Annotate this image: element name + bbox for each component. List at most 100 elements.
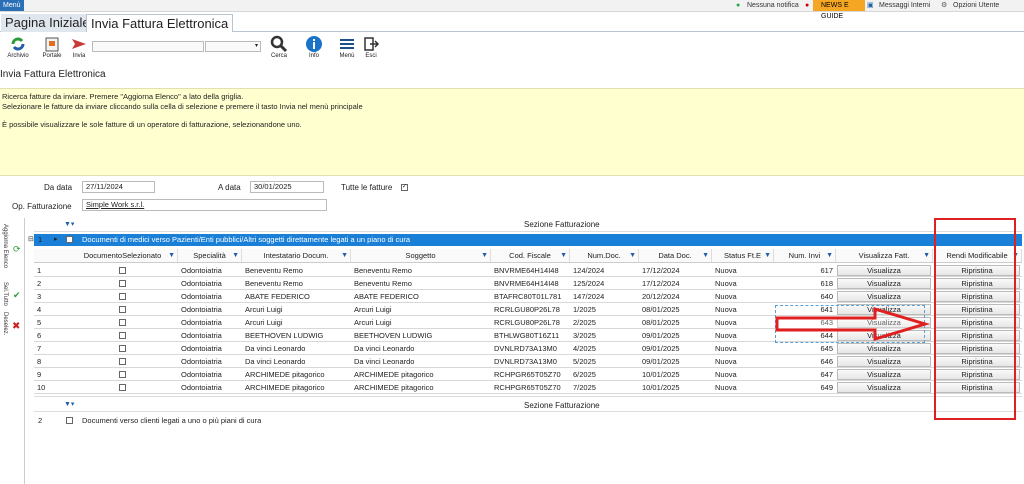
cell-status: Nuova	[715, 344, 737, 353]
header-col-specialita[interactable]: Specialità ▼	[178, 249, 242, 262]
tutte-fatture-checkbox[interactable]: ✓	[401, 184, 408, 191]
row-number: 9	[37, 370, 42, 379]
table-row[interactable]: 9 Odontoiatria ARCHIMEDE pitagorico ARCHIME…	[34, 368, 1022, 381]
tab-invia-fattura[interactable]: Invia Fattura Elettronica	[86, 14, 234, 32]
filter-icon[interactable]: ▼	[481, 249, 488, 262]
group-row-1[interactable]: ⊟ 1 ▸ Documenti di medici verso Pazienti…	[28, 234, 1022, 246]
portale-label: Portale	[42, 53, 62, 59]
group-checkbox[interactable]	[66, 236, 73, 243]
cell-soggetto: ARCHIMEDE pitagorico	[354, 370, 434, 379]
options-button[interactable]: Opzioni Utente	[953, 1, 999, 11]
header-col-datadoc[interactable]: Data Doc. ▼	[639, 249, 712, 262]
expand-icon[interactable]: ⊟	[28, 235, 34, 243]
tab-pagina-iniziale[interactable]: Pagina Iniziale	[1, 14, 94, 32]
header-col-numinvio[interactable]: Num. Invi ▼	[774, 249, 836, 262]
filter-icon[interactable]: ▼	[232, 249, 239, 262]
cell-datadoc: 08/01/2025	[642, 305, 680, 314]
whatsapp-icon: ●	[736, 2, 741, 9]
da-data-label: Da data	[44, 183, 73, 192]
left-sidebar: Aggiorna Elenco ⟳ Sel.Tutto ✔ Deselez. ✖	[0, 218, 25, 484]
row-select-checkbox[interactable]	[119, 293, 126, 300]
header-col-visualizza[interactable]: Visualizza Fatt. ▼	[836, 249, 933, 262]
row-select-checkbox[interactable]	[119, 306, 126, 313]
filter-icon[interactable]: ▼	[168, 249, 175, 262]
da-data-field[interactable]: 27/11/2024	[82, 181, 155, 193]
esci-button[interactable]: Esci	[360, 35, 382, 59]
aggiorna-elenco-button[interactable]: Aggiorna Elenco	[2, 224, 8, 268]
filter-icon[interactable]: ▼	[341, 249, 348, 262]
header-col-intestatario[interactable]: Intestatario Docum. ▼	[242, 249, 351, 262]
tutte-fatture-label: Tutte le fatture	[341, 183, 393, 192]
table-row[interactable]: 2 Odontoiatria Beneventu Remo Beneventu Rem…	[34, 277, 1022, 290]
info-line-3: È possibile visualizzare le sole fatture…	[2, 120, 302, 129]
table-row[interactable]: 3 Odontoiatria ABATE FEDERICO ABATE FEDERIC…	[34, 290, 1022, 303]
portale-button[interactable]: Portale	[40, 35, 64, 59]
header-col-numdoc[interactable]: Num.Doc. ▼	[570, 249, 639, 262]
menu-button[interactable]: Menù	[336, 35, 358, 59]
op-fatturazione-field[interactable]: Simple Work s.r.l.	[82, 199, 327, 211]
notifications-label[interactable]: Nessuna notifica	[747, 1, 799, 11]
row-select-checkbox[interactable]	[119, 371, 126, 378]
send-icon	[70, 35, 88, 53]
row-select-checkbox[interactable]	[119, 319, 126, 326]
group-checkbox[interactable]	[66, 417, 73, 424]
info-button[interactable]: Info	[298, 35, 330, 59]
filter-icon[interactable]: ▼	[923, 249, 930, 262]
filter-icon[interactable]: ▼	[764, 249, 771, 262]
cell-numinvio: 646	[820, 357, 833, 366]
visualizza-button[interactable]: Visualizza	[837, 265, 931, 276]
filter-icon[interactable]: ▼	[629, 249, 636, 262]
row-number: 2	[37, 279, 42, 288]
cell-codfiscale: BNVRME64H14I48	[494, 279, 559, 288]
a-data-field[interactable]: 30/01/2025	[250, 181, 324, 193]
deselez-button[interactable]: Deselez.	[2, 312, 8, 335]
esci-label: Esci	[365, 53, 377, 59]
visualizza-button[interactable]: Visualizza	[837, 291, 931, 302]
group-row-2[interactable]: 2 Documenti verso clienti legati a uno o…	[34, 414, 1022, 427]
invia-button[interactable]: Invia	[68, 35, 90, 59]
filter-icon[interactable]: ▼	[560, 249, 567, 262]
row-select-checkbox[interactable]	[119, 345, 126, 352]
header-col-codfiscale[interactable]: Cod. Fiscale ▼	[491, 249, 570, 262]
page-title: Invia Fattura Elettronica	[0, 69, 106, 80]
exit-icon	[362, 35, 380, 53]
row-select-checkbox[interactable]	[119, 332, 126, 339]
table-row[interactable]: 10 Odontoiatria ARCHIMEDE pitagorico ARCHIM…	[34, 381, 1022, 394]
invoice-grid: ▼▾ Sezione Fatturazione ⊟ 1 ▸ Documenti …	[28, 218, 1024, 484]
row-select-checkbox[interactable]	[119, 267, 126, 274]
visualizza-button[interactable]: Visualizza	[837, 382, 931, 393]
search-field-select[interactable]: ▾	[205, 41, 261, 52]
filter-icon[interactable]: ▼▾	[64, 220, 74, 228]
row-select-checkbox[interactable]	[119, 358, 126, 365]
row-select-checkbox[interactable]	[119, 280, 126, 287]
section-title-2: Sezione Fatturazione	[524, 401, 600, 410]
visualizza-button[interactable]: Visualizza	[837, 356, 931, 367]
table-row[interactable]: 1 Odontoiatria Beneventu Remo Beneventu Rem…	[34, 264, 1022, 277]
cerca-button[interactable]: Cerca	[264, 35, 294, 59]
cell-codfiscale: DVNLRD73A13M0	[494, 344, 557, 353]
main-menu-button[interactable]: Menù	[0, 0, 24, 11]
hamburger-icon	[338, 35, 356, 53]
table-row[interactable]: 8 Odontoiatria Da vinci Leonardo Da vinci L…	[34, 355, 1022, 368]
cell-numinvio: 618	[820, 279, 833, 288]
filter-icon[interactable]: ▼▾	[64, 400, 74, 408]
header-col-soggetto[interactable]: Soggetto ▼	[351, 249, 491, 262]
header-col-status[interactable]: Status Ft.E ▼	[712, 249, 774, 262]
cell-numdoc: 1/2025	[573, 305, 596, 314]
row-number: 10	[37, 383, 46, 392]
archivio-button[interactable]: Archivio	[4, 35, 32, 59]
news-guide-button[interactable]: NEWS E GUIDE	[813, 0, 865, 20]
cell-datadoc: 09/01/2025	[642, 344, 680, 353]
messages-button[interactable]: Messaggi Interni	[879, 1, 930, 11]
visualizza-button[interactable]: Visualizza	[837, 343, 931, 354]
filter-icon[interactable]: ▼	[702, 249, 709, 262]
table-row[interactable]: 7 Odontoiatria Da vinci Leonardo Da vinci L…	[34, 342, 1022, 355]
sel-tutto-button[interactable]: Sel.Tutto	[2, 282, 8, 306]
visualizza-button[interactable]: Visualizza	[837, 278, 931, 289]
cell-numdoc: 5/2025	[573, 357, 596, 366]
header-col-selezionato[interactable]: DocumentoSelezionato ▼	[68, 249, 178, 262]
visualizza-button[interactable]: Visualizza	[837, 369, 931, 380]
filter-icon[interactable]: ▼	[826, 249, 833, 262]
search-text-input[interactable]	[92, 41, 204, 52]
row-select-checkbox[interactable]	[119, 384, 126, 391]
